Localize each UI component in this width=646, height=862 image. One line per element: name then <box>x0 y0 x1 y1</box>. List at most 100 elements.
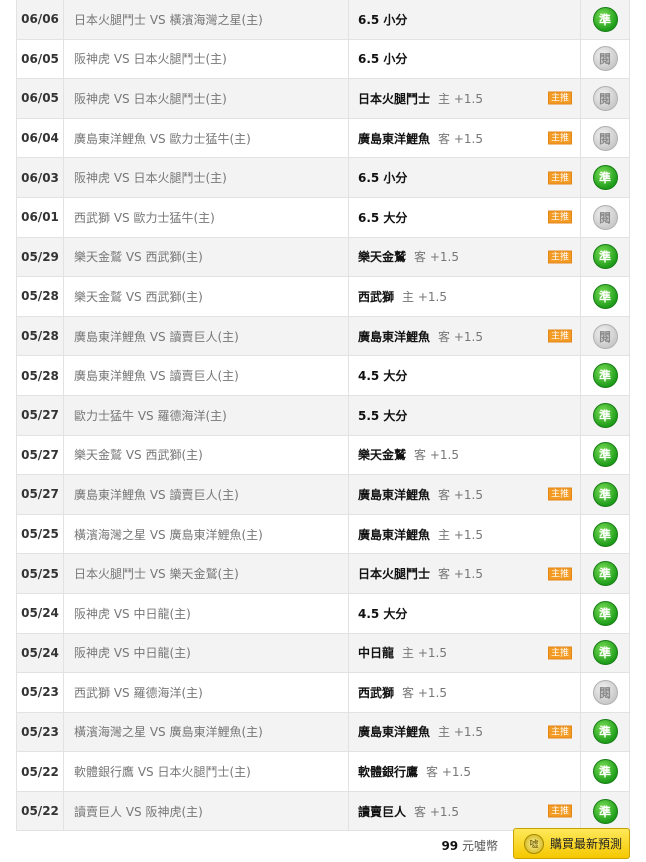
accurate-icon[interactable]: 準 <box>592 481 618 507</box>
row-pick: 4.5 大分 <box>349 593 581 633</box>
pick-main: 廣島東洋鯉魚 <box>358 527 431 542</box>
pick-main: 讀賣巨人 <box>358 804 407 819</box>
pick-handicap: 主 +1.5 <box>438 725 483 740</box>
table-row: 06/06 日本火腿鬥士 VS 橫濱海灣之星(主) 6.5 小分 準 <box>16 0 630 40</box>
featured-badge: 主推 <box>548 725 572 739</box>
table-row: 05/27 歐力士猛牛 VS 羅德海洋(主) 5.5 大分 準 <box>16 395 630 436</box>
row-pick: 樂天金鷲 客 +1.5 主推 <box>349 237 581 277</box>
row-match: 橫濱海灣之星 VS 廣島東洋鯉魚(主) <box>64 712 349 752</box>
pick-main: 5.5 大分 <box>358 408 408 423</box>
row-date: 05/25 <box>16 554 64 593</box>
row-pick: 6.5 小分 主推 <box>349 158 581 197</box>
row-date: 06/03 <box>16 158 64 197</box>
featured-badge: 主推 <box>548 131 572 145</box>
row-match: 西武獅 VS 羅德海洋(主) <box>64 673 349 712</box>
row-match: 樂天金鷲 VS 西武獅(主) <box>64 435 349 475</box>
pick-handicap: 客 +1.5 <box>402 685 447 700</box>
row-date: 05/25 <box>16 514 64 554</box>
row-date: 05/27 <box>16 435 64 475</box>
viewed-icon[interactable]: 閱 <box>592 679 618 705</box>
row-match: 阪神虎 VS 中日龍(主) <box>64 593 349 633</box>
featured-badge: 主推 <box>548 567 572 581</box>
accurate-icon[interactable]: 準 <box>592 165 618 191</box>
accurate-icon[interactable]: 準 <box>592 798 618 824</box>
row-match: 阪神虎 VS 日本火腿鬥士(主) <box>64 39 349 79</box>
accurate-icon[interactable]: 準 <box>592 6 618 32</box>
row-match: 廣島東洋鯉魚 VS 讀賣巨人(主) <box>64 356 349 395</box>
accurate-icon[interactable]: 準 <box>592 759 618 785</box>
pick-main: 6.5 小分 <box>358 52 408 67</box>
pick-main: 軟體銀行鷹 <box>358 765 419 780</box>
row-pick: 樂天金鷲 客 +1.5 <box>349 435 581 475</box>
featured-badge: 主推 <box>548 210 572 224</box>
row-date: 05/29 <box>16 237 64 277</box>
accurate-icon[interactable]: 準 <box>592 402 618 428</box>
row-pick: 中日龍 主 +1.5 主推 <box>349 633 581 673</box>
price-label: 99 元噓幣 <box>441 837 498 854</box>
pick-main: 西武獅 <box>358 685 395 700</box>
accurate-icon[interactable]: 準 <box>592 283 618 309</box>
table-row: 05/28 廣島東洋鯉魚 VS 讀賣巨人(主) 4.5 大分 準 <box>16 356 630 396</box>
row-date: 05/22 <box>16 752 64 791</box>
row-result: 閱 <box>581 118 630 158</box>
viewed-icon[interactable]: 閱 <box>592 323 618 349</box>
pick-handicap: 客 +1.5 <box>438 329 483 344</box>
pick-main: 樂天金鷲 <box>358 250 407 265</box>
row-match: 日本火腿鬥士 VS 橫濱海灣之星(主) <box>64 0 349 39</box>
row-pick: 廣島東洋鯉魚 客 +1.5 主推 <box>349 316 581 356</box>
row-date: 06/06 <box>16 0 64 39</box>
viewed-icon[interactable]: 閱 <box>592 85 618 111</box>
row-match: 歐力士猛牛 VS 羅德海洋(主) <box>64 395 349 435</box>
row-match: 阪神虎 VS 中日龍(主) <box>64 633 349 673</box>
viewed-icon[interactable]: 閱 <box>592 125 618 151</box>
row-result: 準 <box>581 633 630 673</box>
viewed-icon[interactable]: 閱 <box>592 204 618 230</box>
pick-main: 西武獅 <box>358 289 395 304</box>
featured-badge: 主推 <box>548 250 572 264</box>
row-date: 05/23 <box>16 712 64 752</box>
row-pick: 日本火腿鬥士 客 +1.5 主推 <box>349 554 581 593</box>
table-row: 05/23 橫濱海灣之星 VS 廣島東洋鯉魚(主) 廣島東洋鯉魚 主 +1.5 … <box>16 712 630 753</box>
row-result: 準 <box>581 277 630 316</box>
row-date: 06/01 <box>16 197 64 237</box>
table-row: 05/27 廣島東洋鯉魚 VS 讀賣巨人(主) 廣島東洋鯉魚 客 +1.5 主推… <box>16 475 630 515</box>
footer-bar: 99 元噓幣 噓 購買最新預測 <box>16 828 630 862</box>
pick-handicap: 客 +1.5 <box>414 448 459 463</box>
price-unit: 元噓幣 <box>461 839 498 853</box>
row-pick: 西武獅 主 +1.5 <box>349 277 581 316</box>
pick-handicap: 客 +1.5 <box>438 131 483 146</box>
price-value: 99 <box>441 839 459 853</box>
table-row: 05/22 讀賣巨人 VS 阪神虎(主) 讀賣巨人 客 +1.5 主推 準 <box>16 791 630 832</box>
buy-latest-prediction-button[interactable]: 噓 購買最新預測 <box>513 828 630 859</box>
pick-handicap: 主 +1.5 <box>402 289 447 304</box>
accurate-icon[interactable]: 準 <box>592 600 618 626</box>
row-result: 準 <box>581 712 630 752</box>
row-date: 05/27 <box>16 395 64 435</box>
row-result: 準 <box>581 554 630 593</box>
row-result: 準 <box>581 791 630 831</box>
row-pick: 6.5 小分 <box>349 39 581 79</box>
accurate-icon[interactable]: 準 <box>592 719 618 745</box>
pick-main: 中日龍 <box>358 646 395 661</box>
accurate-icon[interactable]: 準 <box>592 442 618 468</box>
row-result: 閱 <box>581 79 630 118</box>
pick-main: 6.5 小分 <box>358 12 408 27</box>
accurate-icon[interactable]: 準 <box>592 561 618 587</box>
accurate-icon[interactable]: 準 <box>592 640 618 666</box>
row-result: 準 <box>581 435 630 475</box>
buy-button-label: 購買最新預測 <box>550 837 623 851</box>
accurate-icon[interactable]: 準 <box>592 363 618 389</box>
accurate-icon[interactable]: 準 <box>592 521 618 547</box>
pick-handicap: 主 +1.5 <box>402 646 447 661</box>
table-row: 05/25 日本火腿鬥士 VS 樂天金鷲(主) 日本火腿鬥士 客 +1.5 主推… <box>16 554 630 594</box>
accurate-icon[interactable]: 準 <box>592 244 618 270</box>
pick-main: 日本火腿鬥士 <box>358 567 431 582</box>
row-pick: 廣島東洋鯉魚 客 +1.5 主推 <box>349 475 581 514</box>
row-date: 05/28 <box>16 356 64 395</box>
row-result: 準 <box>581 752 630 791</box>
row-pick: 5.5 大分 <box>349 395 581 435</box>
prediction-history-table: 06/06 日本火腿鬥士 VS 橫濱海灣之星(主) 6.5 小分 準 06/05… <box>16 0 630 832</box>
viewed-icon[interactable]: 閱 <box>592 46 618 72</box>
pick-main: 廣島東洋鯉魚 <box>358 725 431 740</box>
row-match: 西武獅 VS 歐力士猛牛(主) <box>64 197 349 237</box>
